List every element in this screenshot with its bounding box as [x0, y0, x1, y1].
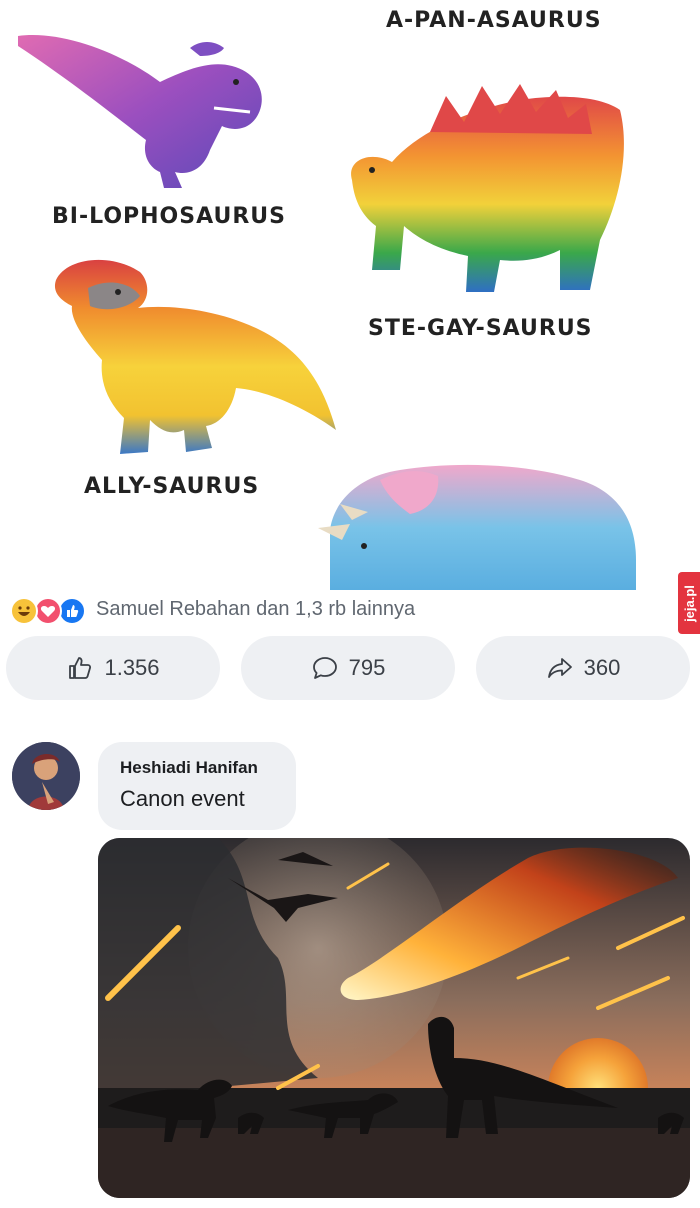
like-count: 1.356 — [104, 655, 160, 680]
comment-button[interactable]: 795 — [241, 636, 455, 700]
meme-image[interactable]: A-PAN-ASAURUS BI-LOPHOSAURUS STE-GAY-SAU… — [0, 0, 700, 590]
ally-saurus-figure — [54, 259, 337, 454]
jeja-watermark: jeja.pl — [678, 572, 700, 634]
comment-count: 795 — [348, 655, 386, 680]
like-icon — [58, 597, 86, 625]
share-arrow-icon — [547, 658, 572, 678]
commenter-avatar[interactable] — [12, 742, 80, 810]
share-count: 360 — [583, 655, 621, 680]
label-a-pan-asaurus: A-PAN-ASAURUS — [386, 8, 602, 33]
thumbs-up-icon — [69, 657, 92, 679]
share-button[interactable]: 360 — [476, 636, 690, 700]
haha-icon — [10, 597, 38, 625]
watermark-text: jeja.pl — [681, 584, 697, 622]
label-ally-saurus: ALLY-SAURUS — [84, 474, 260, 499]
dinosaur-illustrations — [18, 35, 636, 590]
love-icon — [34, 597, 62, 625]
reaction-summary-text[interactable]: Samuel Rebahan dan 1,3 rb lainnya — [96, 598, 415, 621]
ste-gay-saurus-figure — [351, 84, 624, 292]
comment-text: Canon event — [120, 786, 245, 811]
commenter-name[interactable]: Heshiadi Hanifan — [120, 758, 258, 778]
comment-image[interactable] — [98, 838, 690, 1198]
reaction-summary[interactable]: Samuel Rebahan dan 1,3 rb lainnya — [10, 594, 530, 625]
trans-triceratops-figure — [318, 464, 636, 590]
asteroid-extinction-scene — [98, 838, 690, 1198]
label-bi-lophosaurus: BI-LOPHOSAURUS — [52, 204, 286, 229]
comment-bubble: Heshiadi Hanifan Canon event — [98, 742, 296, 830]
like-button[interactable]: 1.356 — [6, 636, 220, 700]
bi-lophosaurus-figure — [18, 35, 262, 189]
comment-bubble-icon — [312, 657, 337, 679]
label-ste-gay-saurus: STE-GAY-SAURUS — [368, 316, 593, 341]
